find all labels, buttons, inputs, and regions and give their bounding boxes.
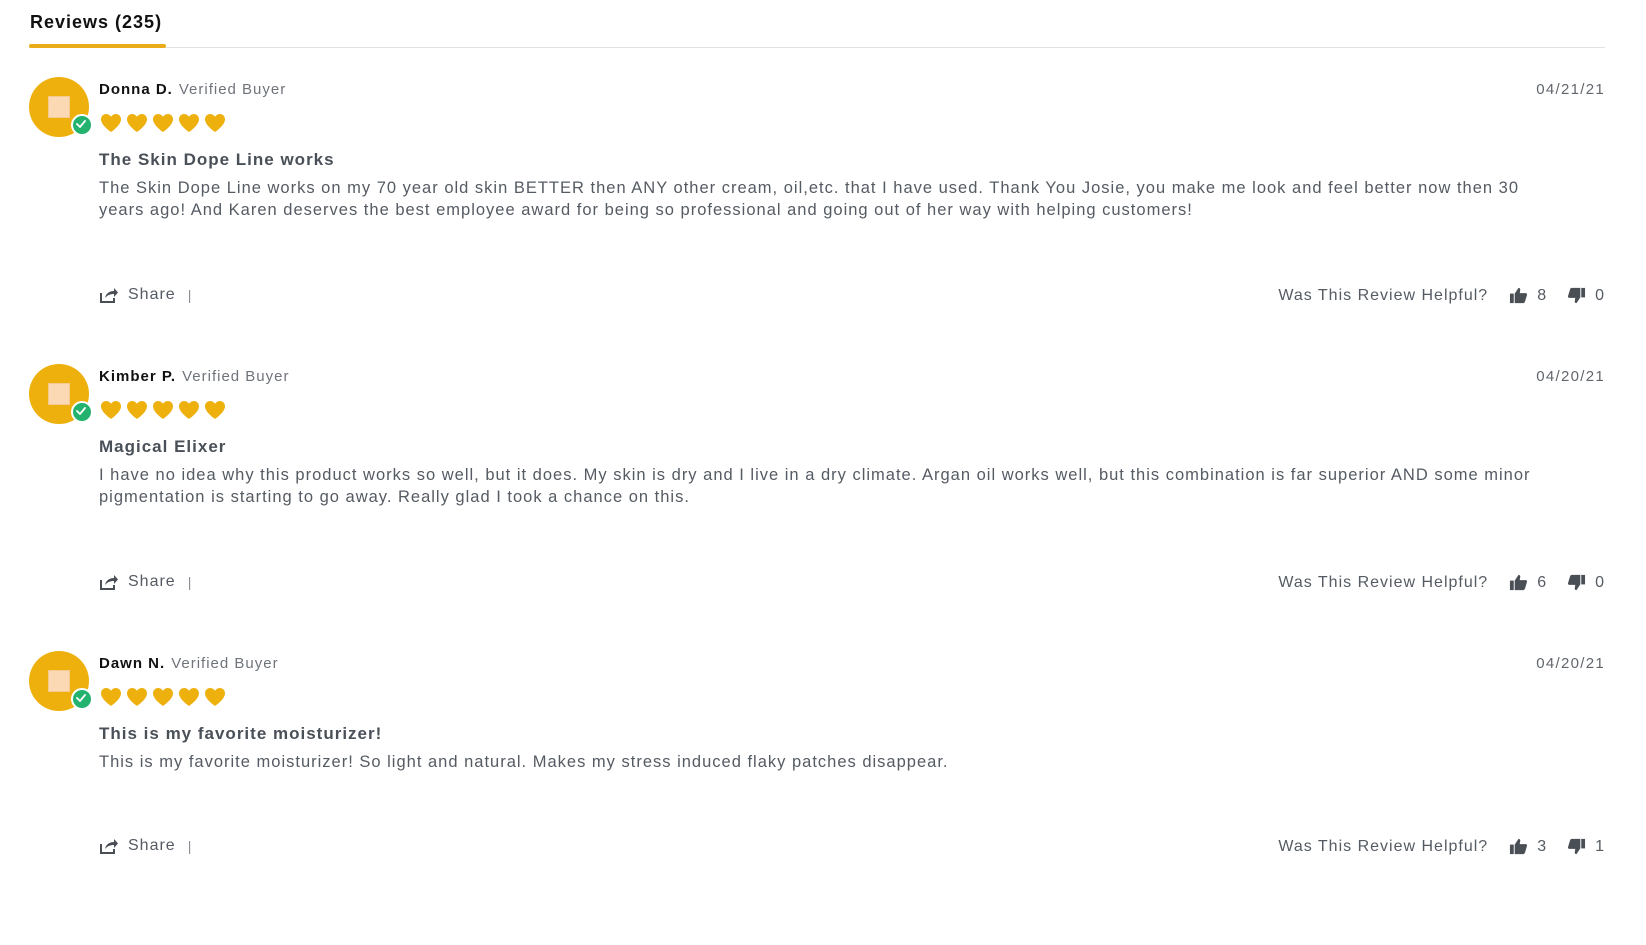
downvote-count: 0 — [1595, 573, 1605, 591]
footer-divider: | — [187, 287, 193, 303]
tab-active-indicator — [29, 44, 166, 48]
check-circle-icon — [71, 114, 93, 136]
heart-icon — [205, 401, 225, 419]
avatar-placeholder — [48, 383, 70, 405]
share-label: Share — [128, 573, 176, 590]
downvote-button[interactable]: 1 — [1567, 837, 1605, 856]
thumbs-down-icon — [1568, 574, 1586, 591]
share-icon — [100, 839, 118, 854]
helpful-vote-group: Was This Review Helpful? 6 0 — [1278, 573, 1605, 592]
footer-divider: | — [187, 838, 193, 854]
upvote-count: 3 — [1537, 837, 1548, 855]
check-circle-icon — [71, 688, 93, 710]
review-title: The Skin Dope Line works — [99, 150, 335, 169]
review-footer: Share | Was This Review Helpful? 8 0 — [99, 286, 1605, 306]
review-item: Dawn N. Verified Buyer 04/20/21 This is m… — [29, 651, 1605, 931]
review-footer: Share | Was This Review Helpful? 3 1 — [99, 837, 1605, 857]
avatar — [29, 364, 93, 424]
share-button[interactable]: Share | — [99, 573, 192, 591]
review-title: This is my favorite moisturizer! — [99, 724, 383, 743]
thumbs-up-icon — [1510, 574, 1528, 591]
review-title: Magical Elixer — [99, 437, 227, 456]
share-icon — [100, 575, 118, 590]
thumbs-down-icon — [1568, 287, 1586, 304]
review-tabs: Reviews (235) — [29, 0, 1605, 48]
review-date: 04/20/21 — [1536, 368, 1605, 385]
review-item: Donna D. Verified Buyer 04/21/21 The Skin… — [29, 77, 1605, 357]
heart-icon — [153, 401, 173, 419]
upvote-button[interactable]: 6 — [1509, 573, 1547, 592]
avatar — [29, 77, 93, 137]
thumbs-down-icon — [1568, 838, 1586, 855]
review-item: Kimber P. Verified Buyer 04/20/21 Magical… — [29, 364, 1605, 644]
heart-icon — [205, 114, 225, 132]
review-body: The Skin Dope Line works on my 70 year o… — [99, 179, 1519, 219]
helpful-vote-group: Was This Review Helpful? 8 0 — [1278, 286, 1605, 305]
heart-icon — [205, 688, 225, 706]
helpful-question: Was This Review Helpful? — [1278, 837, 1489, 855]
author-name: Donna D. — [99, 81, 173, 98]
heart-icon — [127, 114, 147, 132]
upvote-count: 8 — [1537, 286, 1548, 304]
share-icon — [100, 288, 118, 303]
review-date: 04/21/21 — [1536, 81, 1605, 98]
upvote-count: 6 — [1537, 573, 1548, 591]
author-line: Kimber P. Verified Buyer — [99, 368, 289, 385]
heart-icon — [153, 114, 173, 132]
upvote-button[interactable]: 3 — [1509, 837, 1547, 856]
review-date: 04/20/21 — [1536, 655, 1605, 672]
footer-divider: | — [187, 574, 193, 590]
heart-icon — [127, 401, 147, 419]
downvote-count: 1 — [1595, 837, 1605, 855]
heart-icon — [101, 688, 121, 706]
upvote-button[interactable]: 8 — [1509, 286, 1547, 305]
heart-icon — [179, 401, 199, 419]
heart-icon — [101, 401, 121, 419]
share-label: Share — [128, 837, 176, 854]
helpful-question: Was This Review Helpful? — [1278, 286, 1489, 304]
helpful-question: Was This Review Helpful? — [1278, 573, 1489, 591]
share-button[interactable]: Share | — [99, 837, 192, 855]
tab-reviews-label: Reviews (235) — [30, 12, 163, 32]
avatar — [29, 651, 93, 711]
heart-icon — [179, 114, 199, 132]
share-button[interactable]: Share | — [99, 286, 192, 304]
star-rating — [99, 398, 227, 422]
downvote-button[interactable]: 0 — [1567, 573, 1605, 592]
thumbs-up-icon — [1510, 287, 1528, 304]
review-footer: Share | Was This Review Helpful? 6 0 — [99, 573, 1605, 593]
heart-icon — [179, 688, 199, 706]
heart-icon — [127, 688, 147, 706]
heart-icon — [153, 688, 173, 706]
helpful-vote-group: Was This Review Helpful? 3 1 — [1278, 837, 1605, 856]
avatar-placeholder — [48, 670, 70, 692]
review-body: This is my favorite moisturizer! So ligh… — [99, 753, 949, 771]
review-body: I have no idea why this product works so… — [99, 466, 1531, 506]
tab-reviews[interactable]: Reviews (235) — [29, 12, 166, 48]
star-rating — [99, 685, 227, 709]
author-line: Dawn N. Verified Buyer — [99, 655, 279, 672]
author-name: Dawn N. — [99, 655, 166, 672]
verified-buyer-label: Verified Buyer — [178, 81, 287, 98]
check-circle-icon — [71, 401, 93, 423]
downvote-button[interactable]: 0 — [1567, 286, 1605, 305]
heart-icon — [101, 114, 121, 132]
thumbs-up-icon — [1510, 838, 1528, 855]
author-line: Donna D. Verified Buyer — [99, 81, 286, 98]
verified-buyer-label: Verified Buyer — [171, 655, 279, 672]
share-label: Share — [128, 286, 176, 303]
author-name: Kimber P. — [99, 368, 177, 385]
avatar-placeholder — [48, 96, 70, 118]
star-rating — [99, 111, 227, 135]
downvote-count: 0 — [1595, 286, 1605, 304]
verified-buyer-label: Verified Buyer — [182, 368, 290, 385]
